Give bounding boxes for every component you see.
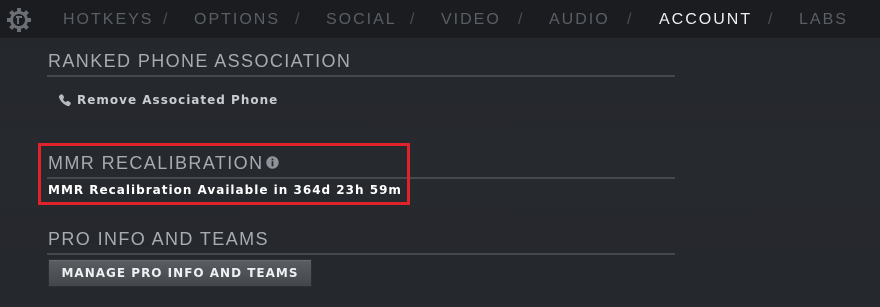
tab-separator: / (295, 11, 300, 28)
phone-icon (58, 94, 71, 107)
section-divider (47, 75, 675, 77)
tab-separator: / (518, 11, 523, 28)
tab-separator: / (768, 11, 773, 28)
tab-social[interactable]: SOCIAL (326, 11, 397, 29)
tab-separator: / (627, 11, 632, 28)
settings-window: HOTKEYS / OPTIONS / SOCIAL / VIDEO / AUD… (0, 0, 880, 307)
tab-audio[interactable]: AUDIO (549, 11, 610, 29)
tab-labs[interactable]: LABS (799, 11, 848, 29)
settings-top-nav: HOTKEYS / OPTIONS / SOCIAL / VIDEO / AUD… (0, 0, 880, 38)
tab-options[interactable]: OPTIONS (194, 11, 280, 29)
section-divider (47, 253, 675, 255)
manage-pro-info-button[interactable]: MANAGE PRO INFO AND TEAMS (48, 259, 312, 287)
tab-video[interactable]: VIDEO (441, 11, 501, 29)
pro-info-section-title: PRO INFO AND TEAMS (48, 229, 269, 249)
remove-associated-phone-label: Remove Associated Phone (77, 93, 279, 107)
highlight-box (38, 143, 410, 205)
remove-associated-phone-link[interactable]: Remove Associated Phone (58, 92, 278, 108)
tab-separator: / (163, 11, 168, 28)
tab-hotkeys[interactable]: HOTKEYS (63, 11, 153, 29)
tab-separator: / (410, 11, 415, 28)
game-logo-icon[interactable] (6, 7, 32, 33)
tab-account[interactable]: ACCOUNT (659, 11, 752, 29)
ranked-phone-section-title: RANKED PHONE ASSOCIATION (48, 51, 352, 71)
